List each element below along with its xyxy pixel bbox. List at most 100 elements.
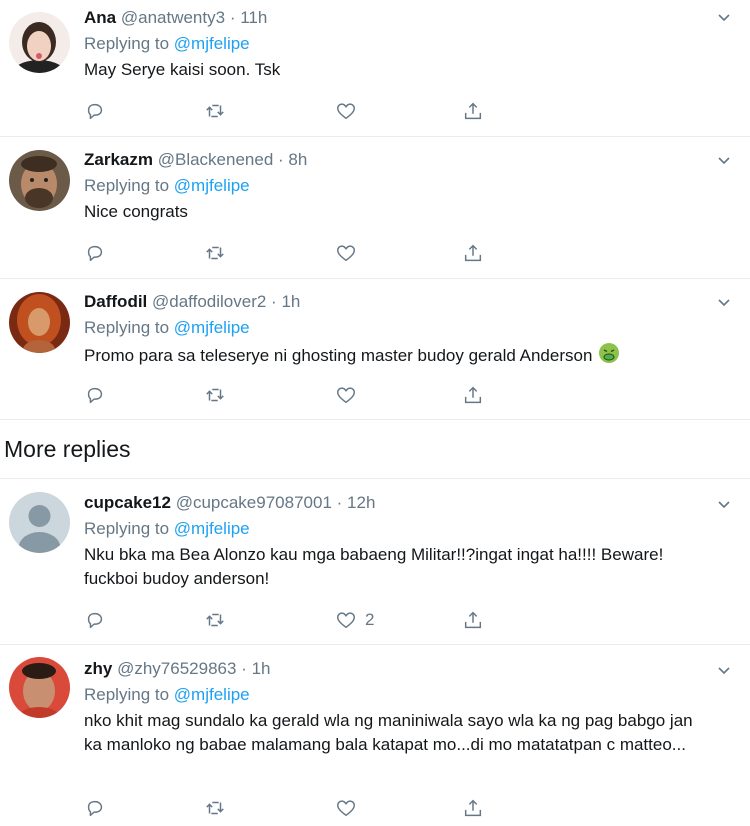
retweet-button[interactable] bbox=[204, 241, 226, 265]
separator: · bbox=[278, 150, 284, 169]
mention-link[interactable]: @mjfelipe bbox=[174, 176, 250, 195]
heart-icon bbox=[337, 612, 355, 629]
tweet-header: Daffodil @daffodilover2 · 1h bbox=[84, 292, 710, 312]
retweet-icon bbox=[206, 388, 224, 402]
share-button[interactable] bbox=[462, 99, 484, 123]
display-name[interactable]: Daffodil bbox=[84, 292, 147, 311]
separator: · bbox=[336, 493, 343, 512]
replying-label: Replying to bbox=[84, 176, 170, 195]
replying-label: Replying to bbox=[84, 34, 170, 53]
reply-icon bbox=[87, 387, 103, 404]
reply-button[interactable] bbox=[84, 796, 106, 820]
separator: · bbox=[229, 8, 236, 27]
reply-button[interactable] bbox=[84, 241, 106, 265]
user-handle[interactable]: @anatwenty3 bbox=[121, 8, 225, 27]
avatar[interactable] bbox=[9, 150, 70, 211]
display-name[interactable]: Zarkazm bbox=[84, 150, 153, 169]
chevron-down-icon[interactable] bbox=[716, 295, 732, 311]
avatar[interactable] bbox=[9, 657, 70, 718]
timestamp[interactable]: 1h bbox=[252, 659, 271, 678]
share-button[interactable] bbox=[462, 608, 484, 632]
share-icon bbox=[464, 386, 482, 404]
reply-tweet[interactable]: Daffodil @daffodilover2 · 1h Replying to… bbox=[0, 279, 750, 420]
chevron-down-icon[interactable] bbox=[716, 10, 732, 26]
heart-icon bbox=[337, 387, 355, 404]
retweet-button[interactable] bbox=[204, 796, 226, 820]
tweet-actions bbox=[84, 796, 504, 820]
reply-tweet[interactable]: zhy @zhy76529863 · 1h Replying to @mjfel… bbox=[0, 645, 750, 826]
reply-tweet[interactable]: cupcake12 @cupcake97087001 · 12h Replyin… bbox=[0, 478, 750, 645]
tweet-actions bbox=[84, 99, 504, 123]
tweet-text: Nice congrats bbox=[84, 202, 188, 221]
retweet-button[interactable] bbox=[204, 99, 226, 123]
timestamp[interactable]: 8h bbox=[288, 150, 307, 169]
heart-icon bbox=[337, 800, 355, 817]
avatar[interactable] bbox=[9, 292, 70, 353]
tweet-actions bbox=[84, 383, 504, 407]
share-button[interactable] bbox=[462, 383, 484, 407]
display-name[interactable]: cupcake12 bbox=[84, 493, 171, 512]
like-button[interactable] bbox=[335, 241, 365, 265]
replying-to: Replying to @mjfelipe bbox=[84, 176, 710, 196]
mention-link[interactable]: @mjfelipe bbox=[174, 519, 250, 538]
chevron-down-icon[interactable] bbox=[716, 153, 732, 169]
share-button[interactable] bbox=[462, 796, 484, 820]
chevron-down-icon[interactable] bbox=[716, 663, 732, 679]
mention-link[interactable]: @mjfelipe bbox=[174, 685, 250, 704]
replying-label: Replying to bbox=[84, 685, 170, 704]
tweet-actions: 2 bbox=[84, 608, 504, 632]
retweet-icon bbox=[206, 104, 224, 118]
replying-to: Replying to @mjfelipe bbox=[84, 318, 710, 338]
reply-icon bbox=[87, 103, 103, 120]
like-button[interactable] bbox=[335, 796, 365, 820]
tweet-header: Ana @anatwenty3 · 11h bbox=[84, 8, 710, 28]
tweet-text-container: Promo para sa teleserye ni ghosting mast… bbox=[84, 342, 710, 368]
user-handle[interactable]: @zhy76529863 bbox=[117, 659, 236, 678]
replying-to: Replying to @mjfelipe bbox=[84, 685, 710, 705]
share-icon bbox=[464, 244, 482, 262]
replying-label: Replying to bbox=[84, 318, 170, 337]
like-button[interactable] bbox=[335, 383, 365, 407]
user-handle[interactable]: @daffodilover2 bbox=[152, 292, 266, 311]
retweet-icon bbox=[206, 246, 224, 260]
separator: · bbox=[271, 292, 277, 311]
share-button[interactable] bbox=[462, 241, 484, 265]
user-handle[interactable]: @cupcake97087001 bbox=[176, 493, 332, 512]
reply-button[interactable] bbox=[84, 383, 106, 407]
chevron-down-icon[interactable] bbox=[716, 497, 732, 513]
reply-tweet[interactable]: Ana @anatwenty3 · 11h Replying to @mjfel… bbox=[0, 0, 750, 137]
share-icon bbox=[464, 102, 482, 120]
mention-link[interactable]: @mjfelipe bbox=[174, 34, 250, 53]
tweet-text: Nku bka ma Bea Alonzo kau mga babaeng Mi… bbox=[84, 545, 664, 588]
retweet-button[interactable] bbox=[204, 608, 226, 632]
like-button[interactable]: 2 bbox=[335, 608, 374, 632]
display-name[interactable]: zhy bbox=[84, 659, 112, 678]
tweet-text: Promo para sa teleserye ni ghosting mast… bbox=[84, 346, 593, 365]
replying-to: Replying to @mjfelipe bbox=[84, 34, 710, 54]
separator: · bbox=[241, 659, 247, 678]
reply-button[interactable] bbox=[84, 608, 106, 632]
user-handle[interactable]: @Blackenened bbox=[158, 150, 274, 169]
share-icon bbox=[464, 611, 482, 629]
timestamp[interactable]: 1h bbox=[281, 292, 300, 311]
retweet-icon bbox=[206, 801, 224, 815]
timestamp[interactable]: 11h bbox=[240, 8, 267, 27]
tweet-header: cupcake12 @cupcake97087001 · 12h bbox=[84, 493, 710, 513]
share-icon bbox=[464, 799, 482, 817]
heart-icon bbox=[337, 103, 355, 120]
display-name[interactable]: Ana bbox=[84, 8, 116, 27]
like-button[interactable] bbox=[335, 99, 365, 123]
mention-link[interactable]: @mjfelipe bbox=[174, 318, 250, 337]
face-vomiting-emoji-icon bbox=[599, 343, 620, 363]
like-count: 2 bbox=[365, 610, 375, 629]
heart-icon bbox=[337, 245, 355, 262]
retweet-button[interactable] bbox=[204, 383, 226, 407]
avatar[interactable] bbox=[9, 492, 70, 553]
tweet-header: zhy @zhy76529863 · 1h bbox=[84, 659, 710, 679]
reply-icon bbox=[87, 800, 103, 817]
avatar[interactable] bbox=[9, 12, 70, 73]
reply-button[interactable] bbox=[84, 99, 106, 123]
timestamp[interactable]: 12h bbox=[347, 493, 375, 512]
reply-tweet[interactable]: Zarkazm @Blackenened · 8h Replying to @m… bbox=[0, 137, 750, 279]
reply-icon bbox=[87, 245, 103, 262]
